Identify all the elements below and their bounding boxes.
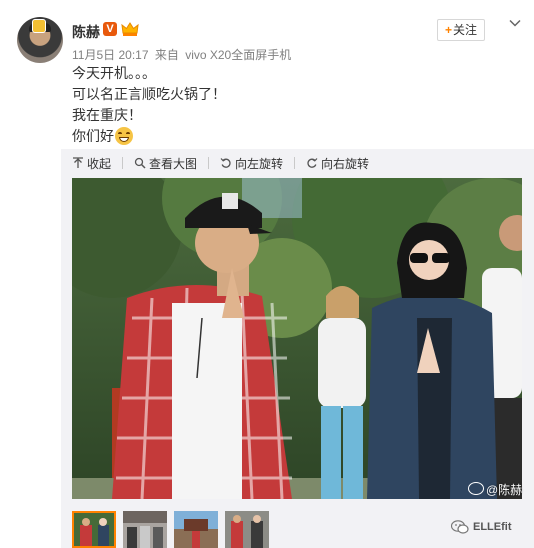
content-line-last: 你们好 <box>72 126 226 147</box>
content-line-text: 你们好 <box>72 128 114 144</box>
crown-icon <box>121 22 139 36</box>
toolbar-divider <box>122 157 124 169</box>
wechat-icon <box>451 520 469 534</box>
rotate-right-button[interactable]: 向右旋转 <box>306 155 369 172</box>
weibo-logo-icon <box>468 482 484 495</box>
rotate-left-label: 向左旋转 <box>235 156 284 171</box>
watermark-text: @陈赫 <box>486 483 523 497</box>
photo-watermark: @陈赫 <box>468 481 522 498</box>
author-name[interactable]: 陈赫 <box>72 22 100 42</box>
follow-label: 关注 <box>453 23 478 37</box>
content-line: 可以名正言顺吃火锅了！ <box>72 86 226 102</box>
weibo-post: 陈赫 V 11月5日 20:17 来自 vivo X20全面屏手机 +关注 今天… <box>0 0 534 548</box>
smile-emoji-icon <box>115 127 133 145</box>
thumbnail-2[interactable] <box>123 511 167 548</box>
rotate-right-icon <box>307 158 318 168</box>
post-source[interactable]: vivo X20全面屏手机 <box>185 48 291 62</box>
avatar[interactable] <box>17 17 63 63</box>
main-photo[interactable] <box>72 178 522 499</box>
collapse-label: 收起 <box>87 156 112 171</box>
toolbar-divider <box>208 157 210 169</box>
zoom-icon <box>134 157 146 169</box>
rotate-right-label: 向右旋转 <box>321 156 370 171</box>
verified-badge-icon: V <box>103 22 117 36</box>
chevron-down-icon[interactable] <box>508 16 522 30</box>
plus-icon: + <box>444 23 452 37</box>
media-toolbar: 收起 查看大图 向左旋转 向右旋转 <box>72 155 380 171</box>
photo-illustration <box>72 178 522 499</box>
post-time[interactable]: 11月5日 20:17 <box>72 48 149 62</box>
thumbnail-4[interactable] <box>225 511 269 548</box>
content-line: 我在重庆！ <box>72 107 142 123</box>
brand-label: ELLEfit <box>473 521 512 533</box>
follow-button[interactable]: +关注 <box>437 19 485 41</box>
rotate-left-button[interactable]: 向左旋转 <box>220 155 283 172</box>
thumbnail-1[interactable] <box>72 511 116 548</box>
thumbnail-3[interactable] <box>174 511 218 548</box>
post-meta: 11月5日 20:17 来自 vivo X20全面屏手机 <box>72 46 291 63</box>
source-prefix: 来自 <box>154 48 179 62</box>
rotate-left-icon <box>220 158 231 168</box>
brand-watermark: ELLEfit <box>451 520 512 534</box>
thumbnail-strip <box>72 511 276 548</box>
avatar-badge <box>32 19 46 33</box>
collapse-icon <box>73 157 83 168</box>
collapse-button[interactable]: 收起 <box>72 155 111 172</box>
view-large-button[interactable]: 查看大图 <box>134 155 197 172</box>
content-line: 今天开机。。。 <box>72 65 156 81</box>
post-content: 今天开机。。。 可以名正言顺吃火锅了！ 我在重庆！ 你们好 <box>72 63 226 147</box>
view-large-label: 查看大图 <box>149 156 198 171</box>
toolbar-divider <box>294 157 296 169</box>
